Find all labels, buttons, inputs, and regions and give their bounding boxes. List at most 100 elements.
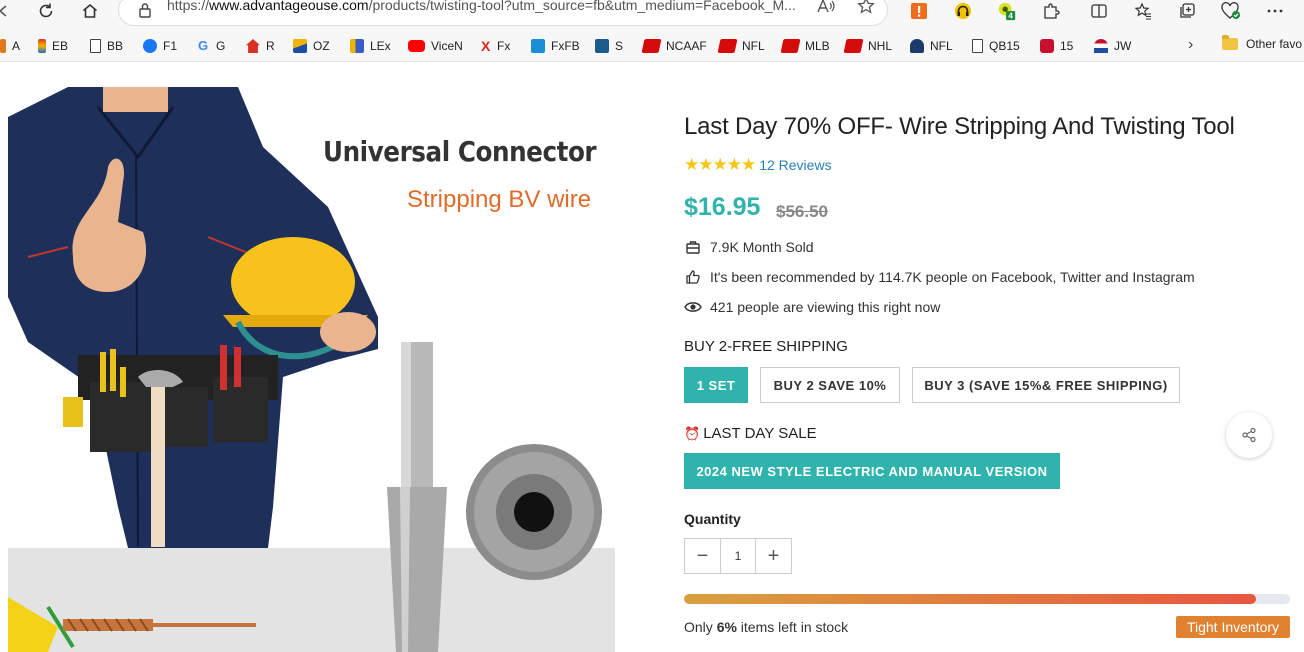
favicon-lex-icon xyxy=(350,39,364,53)
favorite-item-bb[interactable]: BB xyxy=(90,37,123,55)
folder-icon xyxy=(1222,35,1238,50)
favorite-item-nfl-2[interactable]: NFL xyxy=(910,37,953,55)
address-bar[interactable]: https://www.advantageouse.com/products/t… xyxy=(118,0,888,26)
home-icon[interactable] xyxy=(78,0,102,22)
product-image[interactable]: Universal Connector Stripping BV wire xyxy=(8,87,615,652)
image-headline: Universal Connector xyxy=(323,135,597,168)
split-screen-icon[interactable] xyxy=(1089,1,1109,21)
favorite-label: F1 xyxy=(163,39,178,53)
favicon-15-icon xyxy=(1040,39,1054,53)
viewing-text: 421 people are viewing this right now xyxy=(710,299,941,315)
favorite-item-fxfb[interactable]: FxFB xyxy=(531,37,580,55)
favorite-item-jw[interactable]: JW xyxy=(1094,37,1131,55)
favorite-label: R xyxy=(266,39,275,53)
url-text: https://www.advantageouse.com/products/t… xyxy=(167,0,796,13)
inventory-badge: Tight Inventory xyxy=(1176,616,1290,638)
recommended-text: It's been recommended by 114.7K people o… xyxy=(710,269,1195,285)
favorite-label: FxFB xyxy=(551,39,580,53)
home-icon xyxy=(246,39,260,53)
favicon-eb-icon xyxy=(38,39,46,53)
stock-prefix: Only xyxy=(684,619,717,635)
stock-percent: 6% xyxy=(716,619,737,635)
espn-icon xyxy=(780,39,801,53)
favorite-item-ncaaf[interactable]: NCAAF xyxy=(641,37,707,55)
option-buy-2[interactable]: BUY 2 SAVE 10% xyxy=(760,367,900,403)
bundle-label: BUY 2-FREE SHIPPING xyxy=(684,338,848,355)
browser-toolbar: https://www.advantageouse.com/products/t… xyxy=(0,0,1304,30)
bag-icon xyxy=(684,238,702,256)
favorite-label: EB xyxy=(52,39,69,53)
worker-illustration xyxy=(8,87,602,652)
lock-icon[interactable] xyxy=(138,2,152,23)
refresh-icon[interactable] xyxy=(34,0,58,22)
thumbs-up-icon xyxy=(684,268,702,286)
favorite-item-nfl[interactable]: NFL xyxy=(717,37,765,55)
browser-essentials-icon[interactable] xyxy=(1221,1,1241,21)
favorite-item-f1[interactable]: F1 xyxy=(143,37,177,55)
quantity-label: Quantity xyxy=(684,511,741,527)
favorite-label: JW xyxy=(1114,39,1132,53)
extension-alert-icon[interactable] xyxy=(909,1,929,21)
favorite-item-r[interactable]: R xyxy=(246,37,275,55)
favorite-item-nhl[interactable]: NHL xyxy=(843,37,892,55)
extensions-puzzle-icon[interactable] xyxy=(1041,1,1061,21)
favicon-fx-icon: X xyxy=(481,38,491,54)
product-rating: ★★★★★ 12 Reviews xyxy=(684,155,832,175)
quantity-stepper: − 1 + xyxy=(684,538,792,574)
extension-headphones-icon[interactable] xyxy=(953,1,973,21)
compare-price: $56.50 xyxy=(776,202,828,221)
favorite-item-qb15[interactable]: QB15 xyxy=(972,37,1020,55)
chevron-right-icon[interactable]: › xyxy=(1188,36,1193,54)
quantity-increase-button[interactable]: + xyxy=(756,539,791,573)
page-icon xyxy=(90,39,101,53)
favorite-item-a[interactable]: A xyxy=(0,37,20,55)
favorite-item-fx[interactable]: X Fx xyxy=(481,37,510,55)
star-rating-icon: ★★★★★ xyxy=(684,155,756,174)
favorite-label: Fx xyxy=(497,39,511,53)
favorite-item-mlb[interactable]: MLB xyxy=(780,37,830,55)
page-icon xyxy=(972,39,983,53)
favorite-label: A xyxy=(12,39,21,53)
image-subheadline: Stripping BV wire xyxy=(407,186,592,213)
quantity-input[interactable]: 1 xyxy=(720,539,756,573)
option-1-set[interactable]: 1 SET xyxy=(684,367,748,403)
favorite-label: 15 xyxy=(1060,39,1074,53)
espn-icon xyxy=(717,39,738,53)
back-icon[interactable] xyxy=(0,0,16,22)
favicon-s-icon xyxy=(595,39,609,53)
favorite-label: NCAAF xyxy=(666,39,707,53)
quantity-decrease-button[interactable]: − xyxy=(685,539,720,573)
favorite-item-15[interactable]: 15 xyxy=(1040,37,1073,55)
share-button[interactable] xyxy=(1226,412,1272,458)
extension-signal-icon[interactable]: 4 xyxy=(997,1,1017,21)
sold-count: 7.9K Month Sold xyxy=(684,237,814,257)
sold-text: 7.9K Month Sold xyxy=(710,239,814,255)
stock-text: Only 6% items left in stock xyxy=(684,619,848,635)
version-option[interactable]: 2024 NEW STYLE ELECTRIC AND MANUAL VERSI… xyxy=(684,453,1060,489)
favicon-a-icon xyxy=(0,39,6,53)
favicon-jw-icon xyxy=(1094,39,1108,53)
read-aloud-icon[interactable] xyxy=(815,0,837,16)
favorite-item-eb[interactable]: EB xyxy=(38,37,68,55)
favorite-star-icon[interactable] xyxy=(855,0,877,16)
collections-icon[interactable] xyxy=(1177,1,1197,21)
other-favorites[interactable]: Other favo xyxy=(1222,35,1302,51)
favorite-item-g[interactable]: GG xyxy=(198,37,225,55)
favorite-item-lex[interactable]: LEx xyxy=(350,37,391,55)
stock-suffix: items left in stock xyxy=(736,619,849,635)
favorite-label: BB xyxy=(107,39,124,53)
favorites-bar: A EB BB F1 GG R OZ LEx ViceN X Fx FxFB S … xyxy=(0,30,1304,62)
favorite-label: NFL xyxy=(742,39,765,53)
favorite-item-vicen[interactable]: ViceN xyxy=(408,37,463,55)
recommended-count: It's been recommended by 114.7K people o… xyxy=(684,267,1195,287)
eye-icon xyxy=(684,298,702,316)
stock-progress-bar xyxy=(684,594,1290,604)
favorite-item-oz[interactable]: OZ xyxy=(293,37,330,55)
favorite-label: S xyxy=(615,39,624,53)
favorite-item-s[interactable]: S xyxy=(595,37,623,55)
option-buy-3[interactable]: BUY 3 (SAVE 15%& FREE SHIPPING) xyxy=(912,367,1180,403)
favicon-fxfb-icon xyxy=(531,39,545,53)
favorites-icon[interactable] xyxy=(1133,1,1153,21)
more-menu-icon[interactable] xyxy=(1265,1,1285,21)
reviews-link[interactable]: 12 Reviews xyxy=(759,157,831,173)
